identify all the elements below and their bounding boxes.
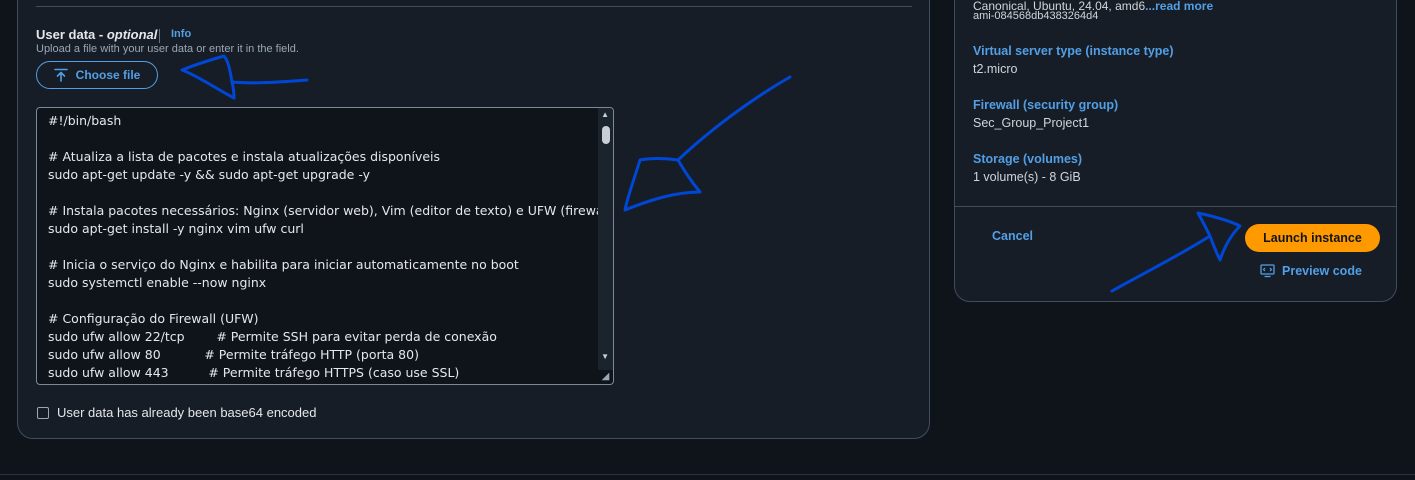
base64-checkbox[interactable] — [37, 406, 49, 419]
script-line: sudo systemctl enable --now nginx — [48, 275, 267, 290]
info-link[interactable]: Info — [171, 28, 191, 40]
resize-handle-icon[interactable]: ◢ — [599, 370, 612, 383]
choose-file-label: Choose file — [75, 68, 141, 82]
upload-icon — [53, 68, 68, 82]
ami-id: ami-084568db4383264d4 — [973, 10, 1099, 22]
firewall-label[interactable]: Firewall (security group) — [973, 98, 1118, 112]
script-line — [48, 292, 593, 310]
choose-file-button[interactable]: Choose file — [36, 61, 158, 89]
preview-code-icon — [1260, 264, 1275, 278]
storage-label[interactable]: Storage (volumes) — [973, 152, 1082, 166]
label-separator — [159, 29, 160, 43]
page-footer-divider — [0, 474, 1415, 475]
script-line: sudo ufw allow 80 # Permite tráfego HTTP… — [48, 347, 419, 362]
section-divider — [36, 6, 912, 7]
script-line: # Atualiza a lista de pacotes e instala … — [48, 149, 441, 164]
script-line — [48, 184, 593, 202]
script-line: sudo apt-get update -y && sudo apt-get u… — [48, 167, 371, 182]
preview-code-button[interactable]: Preview code — [1260, 264, 1362, 278]
storage-value: 1 volume(s) - 8 GiB — [973, 170, 1081, 184]
textarea-scrollbar[interactable]: ▲ ▼ — [598, 108, 613, 370]
scroll-thumb[interactable] — [602, 126, 610, 144]
user-data-panel: User data - optional Info Upload a file … — [17, 0, 930, 439]
user-data-description: Upload a file with your user data or ent… — [36, 43, 299, 55]
script-line: #!/bin/bash — [48, 113, 122, 128]
base64-option[interactable]: User data has already been base64 encode… — [37, 405, 316, 420]
script-line: # Configuração do Firewall (UFW) — [48, 311, 259, 326]
summary-panel: Canonical, Ubuntu, 24.04, amd6...read mo… — [954, 0, 1397, 302]
script-line — [48, 130, 593, 148]
user-data-script: #!/bin/bash # Atualiza a lista de pacote… — [48, 112, 614, 382]
script-line: sudo ufw allow 443 # Permite tráfego HTT… — [48, 365, 460, 380]
script-line — [48, 238, 593, 256]
instance-type-value: t2.micro — [973, 62, 1018, 76]
instance-type-label[interactable]: Virtual server type (instance type) — [973, 44, 1174, 58]
preview-code-label: Preview code — [1282, 264, 1362, 278]
firewall-value: Sec_Group_Project1 — [973, 116, 1090, 130]
script-line: # Instala pacotes necessários: Nginx (se… — [48, 203, 614, 218]
base64-checkbox-label: User data has already been base64 encode… — [57, 405, 317, 420]
optional-label: optional — [106, 27, 158, 42]
user-data-textarea[interactable]: #!/bin/bash # Atualiza a lista de pacote… — [36, 107, 614, 385]
launch-instance-button[interactable]: Launch instance — [1245, 224, 1380, 252]
user-data-label: User data - optional — [36, 27, 158, 42]
scroll-down-icon[interactable]: ▼ — [601, 352, 609, 361]
summary-divider — [955, 206, 1396, 207]
script-line: sudo ufw allow 22/tcp # Permite SSH para… — [48, 329, 497, 344]
script-line: # Inicia o serviço do Nginx e habilita p… — [48, 257, 519, 272]
read-more-link[interactable]: ...read more — [1145, 0, 1213, 13]
cancel-button[interactable]: Cancel — [992, 229, 1033, 243]
scroll-up-icon[interactable]: ▲ — [601, 110, 609, 119]
script-line: sudo apt-get install -y nginx vim ufw cu… — [48, 221, 304, 236]
